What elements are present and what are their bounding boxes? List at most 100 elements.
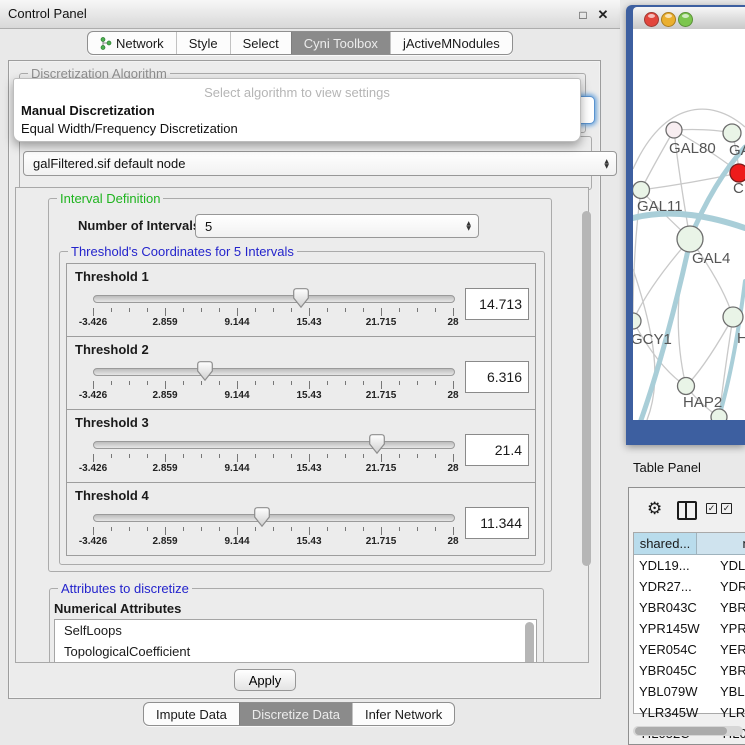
slider-thumb[interactable]: [369, 434, 385, 454]
tab-impute-data[interactable]: Impute Data: [144, 703, 239, 725]
cell-name[interactable]: YDL1: [720, 555, 745, 576]
slider-thumb[interactable]: [197, 361, 213, 381]
tick-mark: [93, 381, 94, 389]
tab-jactivemnodules[interactable]: jActiveMNodules: [390, 32, 512, 54]
tab-cyni-toolbox[interactable]: Cyni Toolbox: [291, 32, 390, 54]
threshold-label: Threshold 4: [75, 488, 149, 503]
table-row[interactable]: YDL19... YDL1: [634, 555, 745, 576]
stepper-icon: ▲▼: [604, 159, 609, 169]
algorithm-option-equal-width[interactable]: Equal Width/Frequency Discretization: [21, 121, 573, 139]
slider-thumb[interactable]: [254, 507, 270, 527]
zoom-traffic-light-icon[interactable]: [678, 12, 693, 27]
cell-shared-name[interactable]: YBR043C: [639, 597, 697, 618]
cell-name[interactable]: YBR0: [720, 660, 745, 681]
network-node-label: GAL11: [637, 198, 683, 215]
table-row[interactable]: YBR043C YBR0: [634, 597, 745, 618]
tab-network[interactable]: Network: [88, 32, 176, 54]
table-panel: ⚙ ✓ ✓ shared... na YDL19...YDL1YDR27...Y…: [628, 487, 745, 745]
cell-shared-name[interactable]: YBR045C: [639, 660, 697, 681]
tick-mark: [291, 308, 292, 312]
table-row[interactable]: YDR27... YDR2: [634, 576, 745, 597]
cell-shared-name[interactable]: YER054C: [639, 639, 697, 660]
float-window-icon[interactable]: □: [576, 8, 590, 22]
attribute-list-item[interactable]: BetweennessCentrality: [55, 662, 536, 663]
table-hscrollbar[interactable]: [633, 726, 743, 736]
attribute-list-item[interactable]: SelfLoops: [55, 620, 536, 641]
network-node-gal11[interactable]: [633, 182, 650, 199]
gear-icon[interactable]: ⚙: [647, 499, 662, 519]
network-node-gcy1[interactable]: [633, 313, 641, 329]
edge-path-highlighted[interactable]: [719, 281, 745, 417]
tab-select[interactable]: Select: [230, 32, 291, 54]
checkbox-icon[interactable]: ✓: [706, 503, 717, 514]
cell-shared-name[interactable]: YLR345W: [639, 702, 698, 723]
tick-mark: [273, 381, 274, 385]
tick-mark: [435, 381, 436, 385]
slider-tick-labels: -3.4262.8599.14415.4321.71528: [93, 390, 453, 402]
algorithm-option-manual[interactable]: Manual Discretization: [21, 103, 573, 121]
tab-infer-network[interactable]: Infer Network: [352, 703, 454, 725]
table-row[interactable]: YPR145W YPR1: [634, 618, 745, 639]
close-traffic-light-icon[interactable]: [644, 12, 659, 27]
cell-shared-name[interactable]: YDL19...: [639, 555, 690, 576]
tick-label: 2.859: [152, 390, 177, 401]
slider-track[interactable]: [93, 295, 455, 303]
threshold-value-field[interactable]: 11.344: [465, 507, 529, 539]
network-node-hap2[interactable]: [678, 378, 695, 395]
network-node[interactable]: [711, 409, 727, 420]
app: Control Panel □ ✕ NetworkStyleSelectCyni…: [0, 0, 745, 745]
cell-name[interactable]: YER0: [720, 639, 745, 660]
table-data-combobox[interactable]: galFiltered.sif default node ▲▼: [23, 151, 617, 176]
column-header-shared-name[interactable]: shared...: [634, 533, 697, 555]
control-panel-titlebar: Control Panel □ ✕: [0, 0, 620, 29]
table-row[interactable]: YBL079W YBL0: [634, 681, 745, 702]
network-node-h[interactable]: [723, 307, 743, 327]
cell-name[interactable]: YBR0: [720, 597, 745, 618]
checkbox-icon[interactable]: ✓: [721, 503, 732, 514]
cell-shared-name[interactable]: YPR145W: [639, 618, 700, 639]
table-row[interactable]: YER054C YER0: [634, 639, 745, 660]
slider-track[interactable]: [93, 441, 455, 449]
threshold-value-field[interactable]: 6.316: [465, 361, 529, 393]
edge-path[interactable]: [686, 317, 733, 386]
edge-path[interactable]: [641, 130, 674, 190]
slider-ticks: [93, 381, 453, 390]
threshold-row-3: Threshold 3-3.4262.8599.14415.4321.71528…: [66, 409, 536, 483]
minimize-traffic-light-icon[interactable]: [661, 12, 676, 27]
number-of-intervals-combobox[interactable]: 5 ▲▼: [195, 214, 479, 238]
tick-mark: [453, 381, 454, 389]
threshold-value-field[interactable]: 14.713: [465, 288, 529, 320]
table-row[interactable]: YBR045C YBR0: [634, 660, 745, 681]
tab-style[interactable]: Style: [176, 32, 230, 54]
cell-name[interactable]: YBL0: [720, 681, 745, 702]
network-node-label: HAP2: [683, 394, 722, 411]
slider-thumb[interactable]: [293, 288, 309, 308]
network-node-label: GCY1: [633, 331, 672, 348]
table-row[interactable]: YLR345W YLR3: [634, 702, 745, 723]
cell-name[interactable]: YDR2: [720, 576, 745, 597]
network-node-gal4[interactable]: [677, 226, 703, 252]
cell-shared-name[interactable]: YDR27...: [639, 576, 692, 597]
split-columns-icon[interactable]: [677, 501, 697, 520]
network-node-gal80[interactable]: [666, 122, 682, 138]
slider-track[interactable]: [93, 368, 455, 376]
control-panel-window: Control Panel □ ✕ NetworkStyleSelectCyni…: [0, 0, 620, 745]
tick-mark: [381, 527, 382, 535]
attribute-list-item[interactable]: TopologicalCoefficient: [55, 641, 536, 662]
threshold-value-field[interactable]: 21.4: [465, 434, 529, 466]
table-hscrollbar-thumb[interactable]: [635, 727, 727, 735]
settings-scrollbar-thumb[interactable]: [582, 211, 591, 566]
cell-name[interactable]: YPR1: [720, 618, 745, 639]
tick-mark: [219, 308, 220, 312]
network-canvas[interactable]: GAL80GACGAL11GAL4GCY1HHAP2: [633, 29, 745, 420]
slider-track[interactable]: [93, 514, 455, 522]
tab-discretize-data[interactable]: Discretize Data: [239, 703, 352, 725]
close-icon[interactable]: ✕: [596, 8, 610, 22]
apply-button[interactable]: Apply: [234, 669, 296, 691]
network-node-ga[interactable]: [723, 124, 741, 142]
cell-shared-name[interactable]: YBL079W: [639, 681, 698, 702]
attributes-list-scrollbar[interactable]: [525, 622, 534, 663]
cell-name[interactable]: YLR3: [720, 702, 745, 723]
column-header-name[interactable]: na: [697, 533, 745, 555]
tick-mark: [381, 454, 382, 462]
